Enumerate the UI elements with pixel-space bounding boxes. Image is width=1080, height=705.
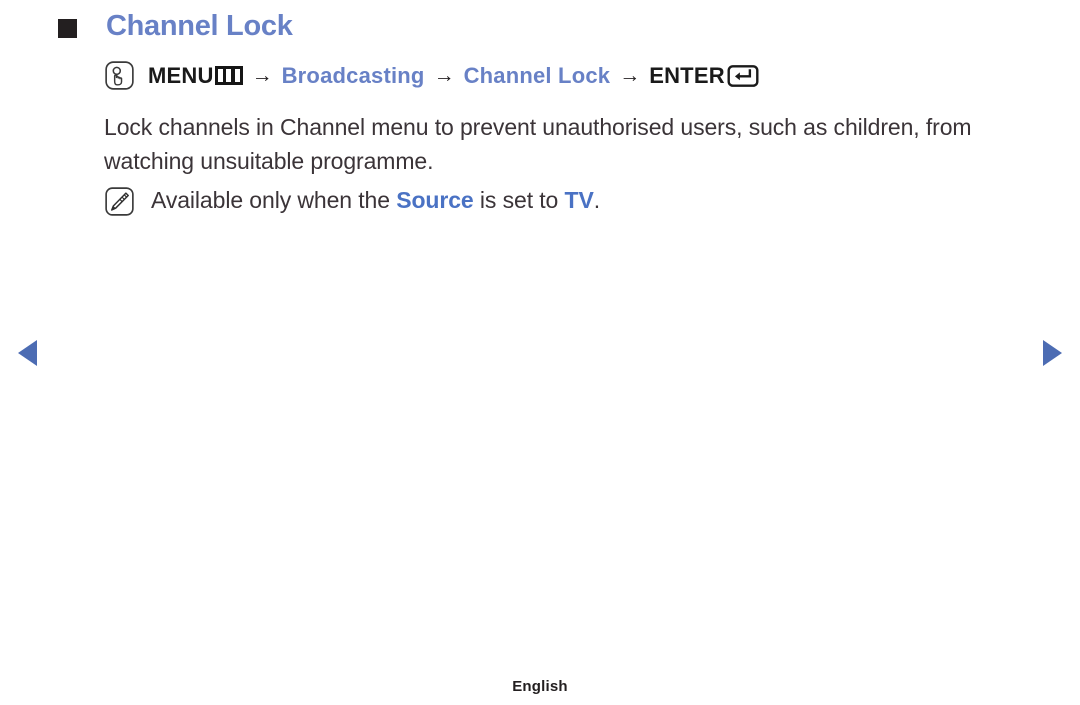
menu-path-menu-label: MENU xyxy=(148,62,214,88)
menu-path-arrow-2: → xyxy=(433,64,455,87)
note-pencil-icon xyxy=(104,186,135,217)
footer-language-label: English xyxy=(512,678,568,695)
note-text-suffix: . xyxy=(593,187,601,213)
menu-bars-icon xyxy=(214,66,243,85)
note-highlight-tv: TV xyxy=(564,187,594,213)
menu-path-arrow-1: → xyxy=(251,64,273,87)
enter-return-key-icon xyxy=(727,64,759,87)
manual-page: Channel Lock MENU → Broadcasting → Chann… xyxy=(0,0,1080,705)
triangle-right-icon[interactable] xyxy=(1043,340,1062,366)
press-button-hand-icon xyxy=(104,60,135,91)
menu-path-enter-label: ENTER xyxy=(649,62,725,88)
menu-path-step-broadcasting: Broadcasting xyxy=(281,62,425,88)
menu-path-breadcrumb: MENU → Broadcasting → Channel Lock → ENT… xyxy=(104,60,759,91)
page-heading: Channel Lock xyxy=(58,12,293,41)
note-row: Available only when the Source is set to… xyxy=(104,184,600,217)
black-square-bullet-icon xyxy=(58,19,77,38)
note-highlight-source: Source xyxy=(396,187,474,213)
page-title: Channel Lock xyxy=(106,10,293,42)
note-text-prefix: Available only when the xyxy=(151,187,397,213)
triangle-left-icon[interactable] xyxy=(18,340,37,366)
menu-path-arrow-3: → xyxy=(619,64,641,87)
menu-path-step-channel-lock: Channel Lock xyxy=(463,62,611,88)
note-text: Available only when the Source is set to… xyxy=(151,184,600,216)
body-paragraph: Lock channels in Channel menu to prevent… xyxy=(104,114,972,174)
note-text-middle: is set to xyxy=(473,187,565,213)
